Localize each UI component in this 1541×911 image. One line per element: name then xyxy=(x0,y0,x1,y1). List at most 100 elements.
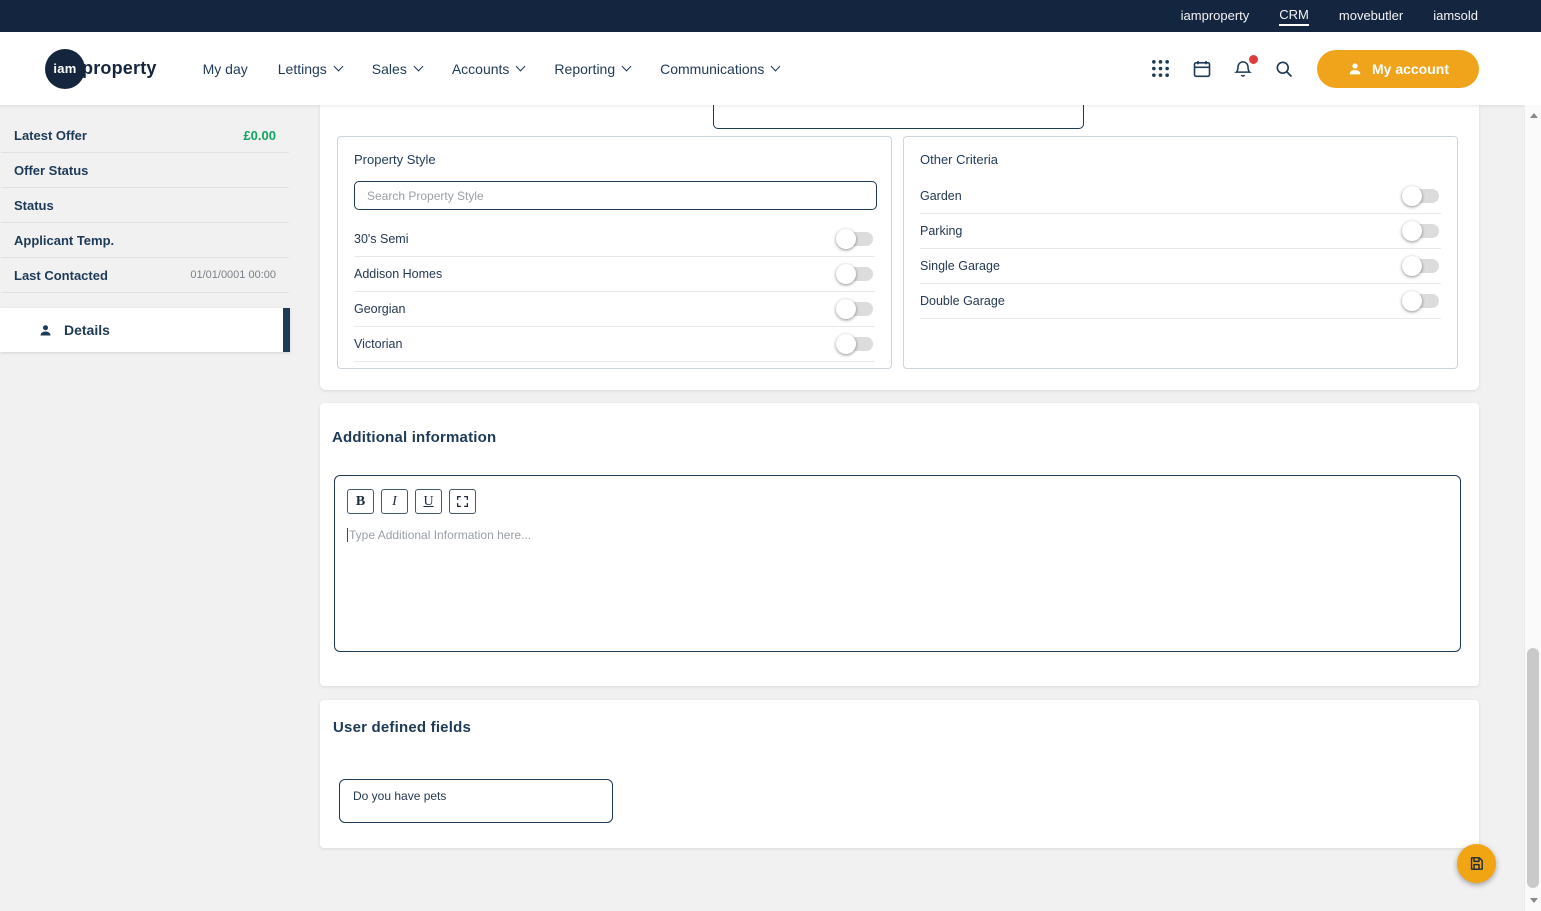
nav-reporting[interactable]: Reporting xyxy=(554,60,632,77)
save-fab-button[interactable] xyxy=(1457,844,1496,883)
italic-button[interactable]: I xyxy=(381,489,408,514)
toggle-knob xyxy=(836,229,856,249)
toggle-switch[interactable] xyxy=(1402,256,1439,276)
topbar-link-crm[interactable]: CRM xyxy=(1279,7,1309,26)
notifications-bell-icon[interactable] xyxy=(1232,52,1260,80)
nav-label: My day xyxy=(202,60,248,77)
toggle-switch[interactable] xyxy=(836,229,873,249)
editor-content-area[interactable]: Type Additional Information here... xyxy=(347,528,1460,542)
field-value: £0.00 xyxy=(243,127,276,143)
option-label: Double Garage xyxy=(920,294,1005,308)
vertical-scrollbar[interactable] xyxy=(1524,105,1541,911)
property-style-option-row: 30's Semi xyxy=(354,222,875,257)
logo-circle: iam xyxy=(45,48,85,89)
editor-toolbar: B I U xyxy=(335,476,1460,514)
nav-my-day[interactable]: My day xyxy=(203,61,248,77)
toggle-switch[interactable] xyxy=(1402,291,1439,311)
toggle-knob xyxy=(1402,186,1422,206)
field-label: Latest Offer xyxy=(14,127,87,143)
other-criteria-title: Other Criteria xyxy=(920,152,999,167)
toggle-knob xyxy=(836,334,856,354)
toggle-switch[interactable] xyxy=(1402,221,1439,241)
cutoff-search-input[interactable] xyxy=(713,105,1084,129)
sidebar-field-status: Status xyxy=(1,188,289,223)
calendar-icon[interactable] xyxy=(1191,58,1213,80)
triangle-up-icon xyxy=(1529,113,1538,118)
additional-information-title: Additional information xyxy=(332,429,497,446)
field-label: Offer Status xyxy=(14,162,89,178)
app-header: iam property My day Lettings Sales Accou… xyxy=(0,32,1541,105)
my-account-button[interactable]: My account xyxy=(1316,49,1479,88)
property-style-title: Property Style xyxy=(354,152,436,167)
other-criteria-option-row: Parking xyxy=(920,214,1441,249)
save-icon xyxy=(1470,857,1483,870)
text-caret xyxy=(347,528,348,542)
nav-label: Accounts xyxy=(451,60,510,77)
topbar: iamproperty CRM movebutler iamsold xyxy=(0,0,1541,32)
iamproperty-logo[interactable]: iam property xyxy=(45,48,157,89)
property-style-option-row: Addison Homes xyxy=(354,257,875,292)
topbar-link-iamproperty[interactable]: iamproperty xyxy=(1181,8,1250,25)
criteria-card: Property Style 30's Semi Addison Homes G… xyxy=(320,105,1479,390)
chevron-down-icon xyxy=(621,61,632,72)
person-icon xyxy=(1349,62,1361,74)
toggle-switch[interactable] xyxy=(836,264,873,284)
scrollbar-down-arrow[interactable] xyxy=(1525,892,1541,909)
user-defined-fields-card: User defined fields Do you have pets xyxy=(320,700,1479,848)
toggle-knob xyxy=(836,264,856,284)
toggle-switch[interactable] xyxy=(836,334,873,354)
details-label: Details xyxy=(64,322,110,338)
option-label: Single Garage xyxy=(920,259,1000,273)
udf-field-do-you-have-pets[interactable]: Do you have pets xyxy=(339,779,613,823)
property-style-search-input[interactable] xyxy=(354,181,877,210)
nav-sales[interactable]: Sales xyxy=(371,60,424,77)
chevron-down-icon xyxy=(413,61,424,72)
other-criteria-option-row: Single Garage xyxy=(920,249,1441,284)
nav-communications[interactable]: Communications xyxy=(660,60,781,77)
toggle-switch[interactable] xyxy=(1402,186,1439,206)
sidebar-field-applicant-temp: Applicant Temp. xyxy=(1,223,289,258)
option-label: Georgian xyxy=(354,302,406,316)
rich-text-editor[interactable]: B I U Type Additional Information here..… xyxy=(334,475,1461,652)
sidebar-field-offer-status: Offer Status xyxy=(1,153,289,188)
property-style-option-row: Georgian xyxy=(354,292,875,327)
underline-button[interactable]: U xyxy=(415,489,442,514)
option-label: Addison Homes xyxy=(354,267,443,281)
toggle-knob xyxy=(1402,291,1422,311)
toggle-switch[interactable] xyxy=(836,299,873,319)
scrollbar-up-arrow[interactable] xyxy=(1525,107,1541,124)
user-defined-fields-title: User defined fields xyxy=(333,719,472,736)
sidebar: Latest Offer £0.00 Offer Status Status A… xyxy=(0,105,290,911)
nav-accounts[interactable]: Accounts xyxy=(451,60,526,77)
property-style-panel: Property Style 30's Semi Addison Homes G… xyxy=(337,136,892,369)
other-criteria-panel: Other Criteria Garden Parking Single Gar… xyxy=(903,136,1458,369)
chevron-down-icon xyxy=(515,61,526,72)
sidebar-item-details[interactable]: Details xyxy=(0,308,290,352)
additional-information-card: Additional information B I U Type Additi… xyxy=(320,403,1479,686)
fullscreen-button[interactable] xyxy=(449,489,476,514)
other-criteria-option-row: Double Garage xyxy=(920,284,1441,319)
search-icon[interactable] xyxy=(1273,58,1295,80)
nav-label: Communications xyxy=(660,60,765,77)
scrollbar-thumb[interactable] xyxy=(1527,648,1539,888)
nav-label: Lettings xyxy=(277,60,327,77)
nav-label: Sales xyxy=(371,60,407,77)
option-label: Victorian xyxy=(354,337,403,351)
topbar-link-iamsold[interactable]: iamsold xyxy=(1433,8,1478,25)
topbar-link-movebutler[interactable]: movebutler xyxy=(1339,8,1403,25)
chevron-down-icon xyxy=(770,61,781,72)
nav-label: Reporting xyxy=(554,60,616,77)
fullscreen-icon xyxy=(456,495,469,508)
apps-grid-icon[interactable] xyxy=(1150,58,1172,80)
sidebar-field-last-contacted: Last Contacted 01/01/0001 00:00 xyxy=(1,258,289,293)
chevron-down-icon xyxy=(333,61,344,72)
field-value: 01/01/0001 00:00 xyxy=(190,269,276,281)
logo-text: property xyxy=(82,58,157,78)
udf-field-label: Do you have pets xyxy=(353,789,447,803)
editor-placeholder: Type Additional Information here... xyxy=(349,528,532,542)
field-label: Applicant Temp. xyxy=(14,232,115,248)
bold-button[interactable]: B xyxy=(347,489,374,514)
person-icon xyxy=(40,324,51,335)
property-style-option-row: Victorian xyxy=(354,327,875,362)
nav-lettings[interactable]: Lettings xyxy=(277,60,344,77)
